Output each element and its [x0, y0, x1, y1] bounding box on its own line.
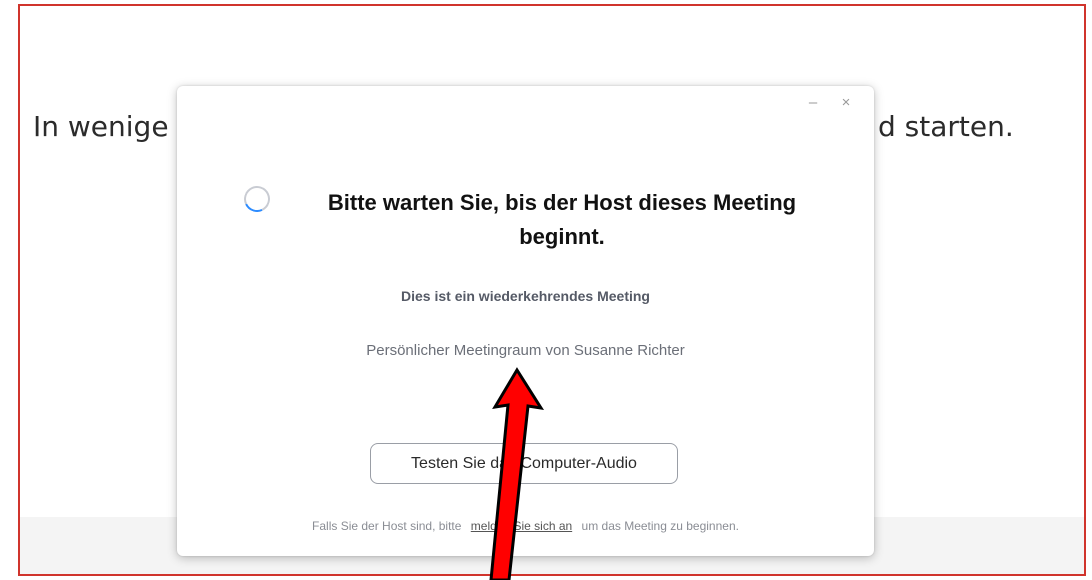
meeting-room-name: Persönlicher Meetingraum von Susanne Ric…	[366, 342, 685, 359]
waiting-room-dialog: – × Bitte warten Sie, bis der Host diese…	[177, 86, 874, 556]
host-signin-footer: Falls Sie der Host sind, bitte melden Si…	[177, 519, 874, 533]
waiting-title: Bitte warten Sie, bis der Host dieses Me…	[327, 190, 797, 249]
signin-link[interactable]: melden Sie sich an	[471, 519, 572, 533]
spinner-icon	[240, 182, 274, 216]
test-audio-button[interactable]: Testen Sie das Computer-Audio	[370, 443, 678, 484]
close-icon[interactable]: ×	[837, 94, 855, 112]
background-text-left: In wenige	[33, 110, 169, 143]
footer-suffix: um das Meeting zu beginnen.	[581, 519, 739, 533]
footer-prefix: Falls Sie der Host sind, bitte	[312, 519, 462, 533]
recurring-meeting-note: Dies ist ein wiederkehrendes Meeting	[401, 288, 650, 304]
minimize-icon[interactable]: –	[804, 94, 822, 112]
background-text-right: d starten.	[878, 110, 1014, 143]
